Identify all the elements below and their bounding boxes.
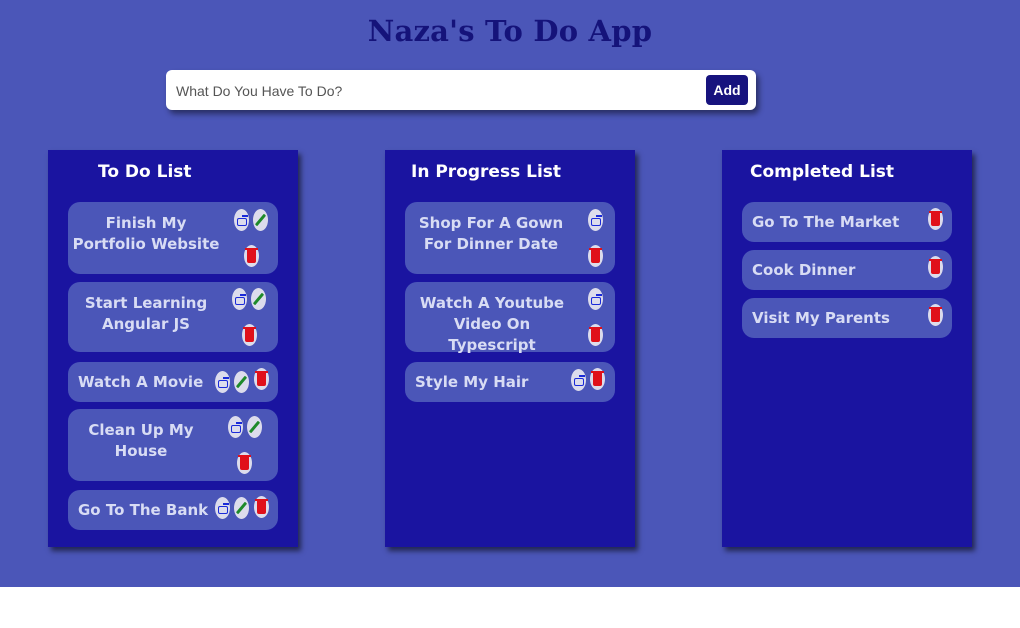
task-label: Style My Hair: [415, 373, 529, 391]
delete-icon[interactable]: [588, 245, 603, 267]
task-label: Watch A Movie: [78, 373, 204, 391]
in-progress-item: Shop For A Gown For Dinner Date: [405, 202, 615, 274]
move-icon[interactable]: [232, 288, 247, 310]
delete-icon[interactable]: [928, 304, 943, 326]
move-icon[interactable]: [588, 288, 603, 310]
completed-item: Visit My Parents: [742, 298, 952, 338]
todo-item: Go To The Bank: [68, 490, 278, 530]
task-label: Cook Dinner: [752, 261, 856, 279]
new-task-form: Add: [166, 70, 756, 110]
task-label: Go To The Market: [752, 213, 900, 231]
edit-icon[interactable]: [234, 497, 249, 519]
task-label: Go To The Bank: [78, 501, 209, 519]
delete-icon[interactable]: [928, 256, 943, 278]
todo-column-title: To Do List: [98, 162, 192, 182]
completed-column: Completed List Go To The Market Cook Din…: [722, 150, 972, 547]
task-label: Start Learning Angular JS: [84, 294, 208, 333]
completed-item: Go To The Market: [742, 202, 952, 242]
todo-item: Start Learning Angular JS: [68, 282, 278, 352]
move-icon[interactable]: [588, 209, 603, 231]
task-label: Clean Up My House: [88, 421, 194, 460]
move-icon[interactable]: [571, 369, 586, 391]
in-progress-column-title: In Progress List: [411, 162, 562, 182]
in-progress-column: In Progress List Shop For A Gown For Din…: [385, 150, 635, 547]
delete-icon[interactable]: [928, 208, 943, 230]
move-icon[interactable]: [215, 371, 230, 393]
edit-icon[interactable]: [247, 416, 262, 438]
todo-item: Finish My Portfolio Website: [68, 202, 278, 274]
task-label: Visit My Parents: [752, 309, 890, 327]
delete-icon[interactable]: [590, 368, 605, 390]
page-title: Naza's To Do App: [367, 14, 653, 48]
todo-item: Watch A Movie: [68, 362, 278, 402]
task-label: Shop For A Gown For Dinner Date: [418, 214, 564, 253]
add-button[interactable]: Add: [706, 75, 748, 105]
new-task-input[interactable]: [174, 76, 698, 106]
todo-item: Clean Up My House: [68, 409, 278, 481]
delete-icon[interactable]: [588, 324, 603, 346]
completed-column-title: Completed List: [750, 162, 895, 182]
move-icon[interactable]: [234, 209, 249, 231]
task-label: Watch A Youtube Video On Typescript: [419, 294, 565, 354]
edit-icon[interactable]: [234, 371, 249, 393]
task-label: Finish My Portfolio Website: [72, 214, 220, 253]
edit-icon[interactable]: [253, 209, 268, 231]
delete-icon[interactable]: [242, 324, 257, 346]
completed-item: Cook Dinner: [742, 250, 952, 290]
in-progress-item: Style My Hair: [405, 362, 615, 402]
delete-icon[interactable]: [237, 452, 252, 474]
todo-column: To Do List Finish My Portfolio Website S…: [48, 150, 298, 547]
move-icon[interactable]: [215, 497, 230, 519]
delete-icon[interactable]: [254, 496, 269, 518]
in-progress-item: Watch A Youtube Video On Typescript: [405, 282, 615, 354]
delete-icon[interactable]: [244, 245, 259, 267]
delete-icon[interactable]: [254, 368, 269, 390]
edit-icon[interactable]: [251, 288, 266, 310]
app-container: Naza's To Do App Add To Do List Finish M…: [0, 0, 1020, 587]
move-icon[interactable]: [228, 416, 243, 438]
